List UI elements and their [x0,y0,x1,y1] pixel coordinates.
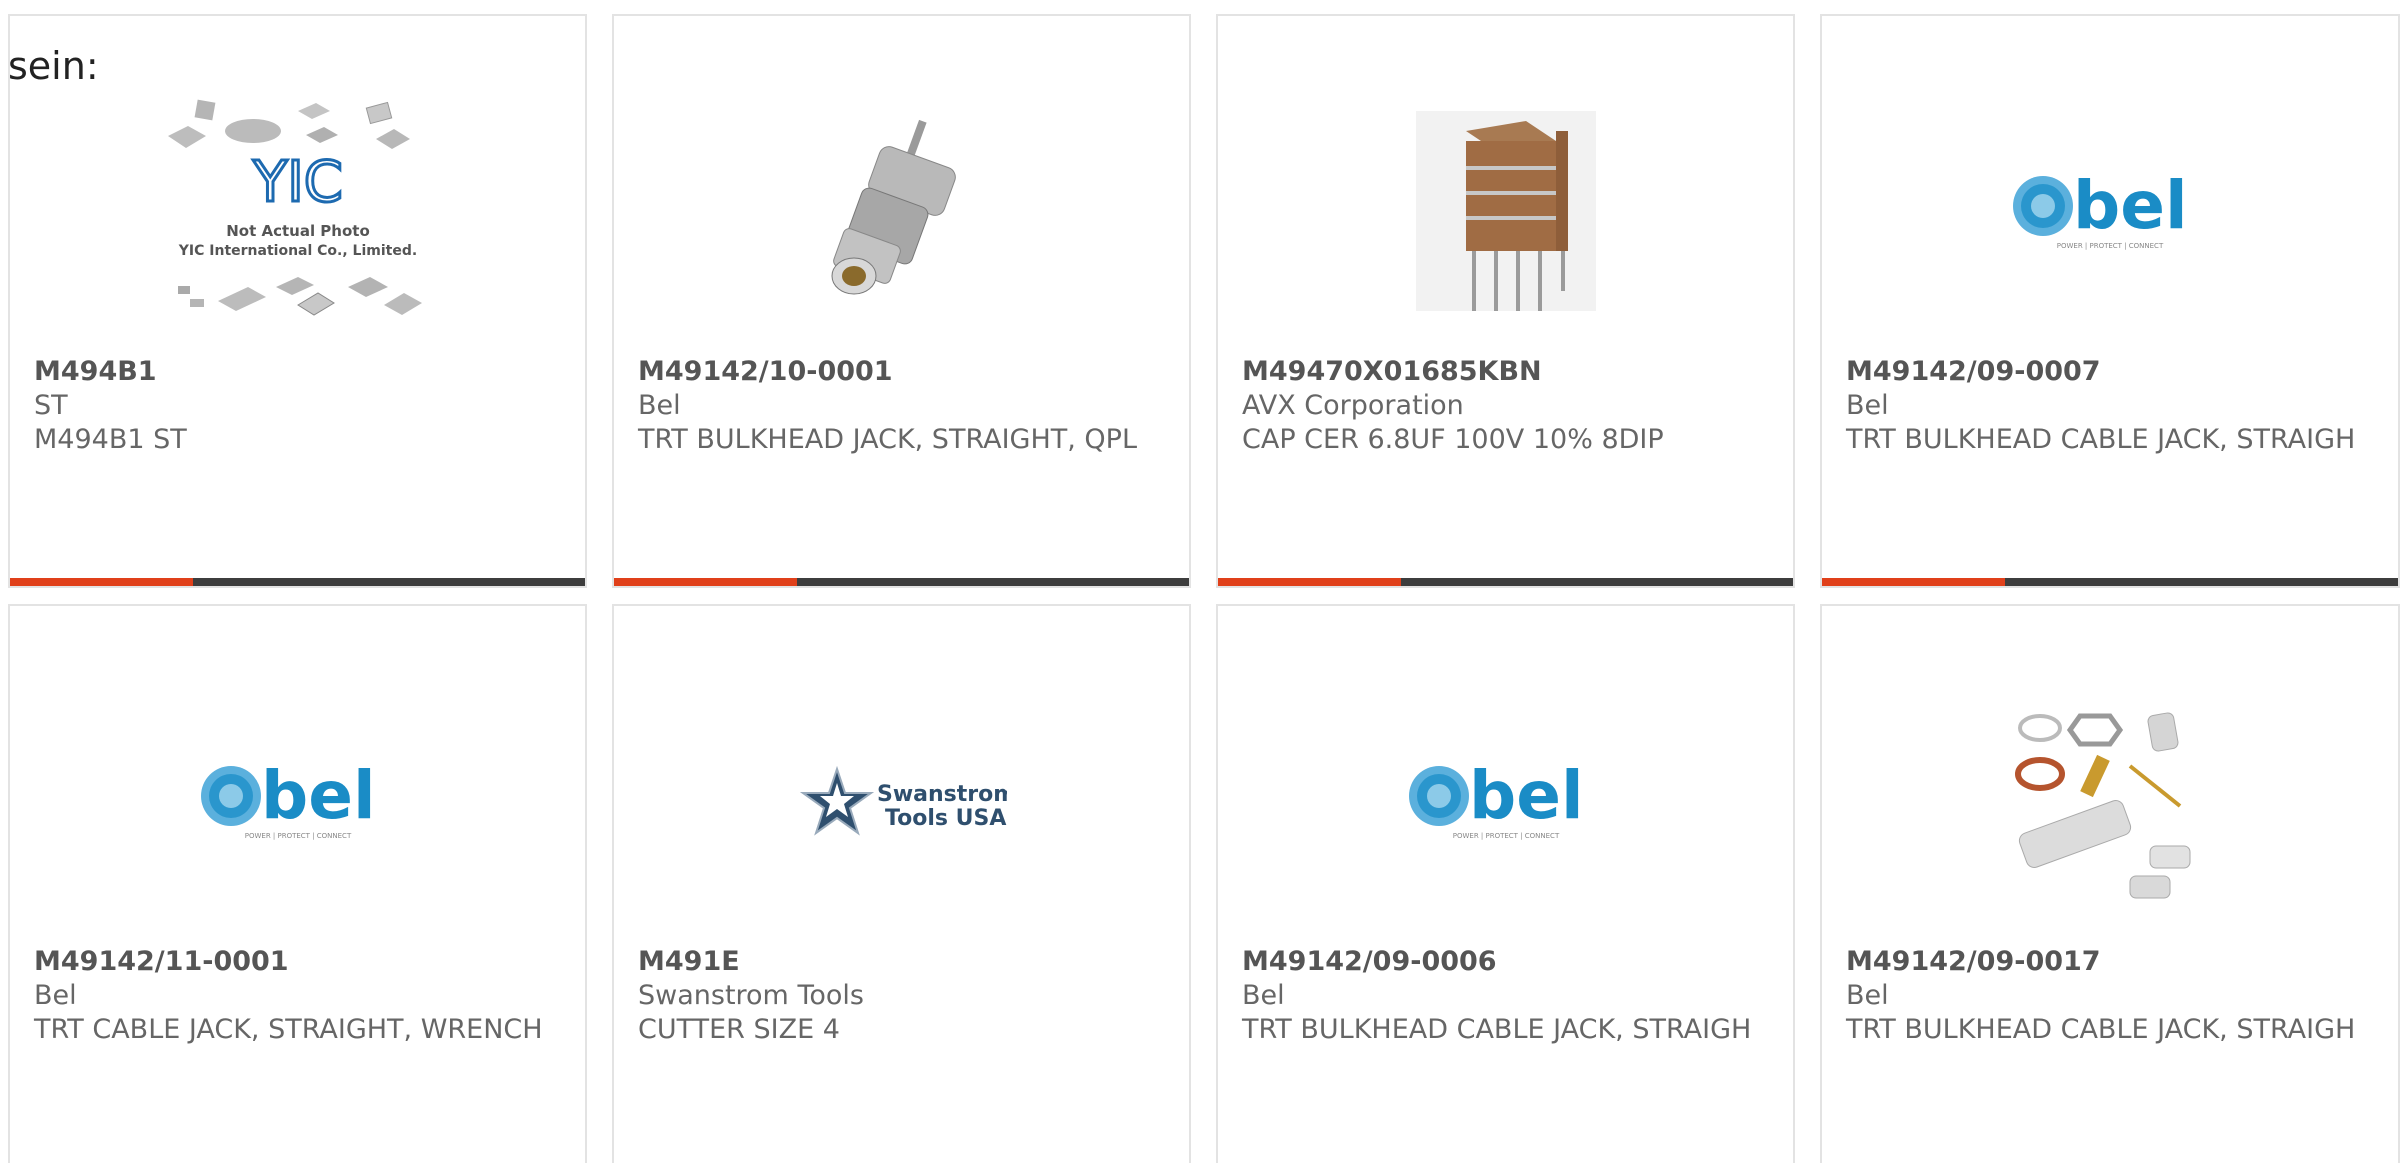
svg-text:bel: bel [2073,167,2188,244]
svg-text:bel: bel [261,757,376,834]
product-info: M49142/10-0001 Bel TRT BULKHEAD JACK, ST… [638,355,1158,457]
manufacturer: Bel [1846,980,1889,1011]
description: M494B1 ST [34,424,187,455]
description: CAP CER 6.8UF 100V 10% 8DIP [1242,424,1664,455]
part-number[interactable]: M494B1 [34,355,554,389]
part-number[interactable]: M49142/09-0017 [1846,945,2366,979]
product-info: M491E Swanstrom Tools CUTTER SIZE 4 [638,945,1158,1047]
not-actual-photo-icon[interactable]: YIC Not Actual Photo YIC International C… [10,76,585,356]
manufacturer: Swanstrom Tools [638,980,864,1011]
card-bar [1218,578,1793,586]
product-card[interactable]: bel POWER | PROTECT | CONNECT M49142/09-… [1216,604,1795,1163]
capacitor-photo[interactable] [1218,76,1793,356]
product-info: M49142/09-0006 Bel TRT BULKHEAD CABLE JA… [1242,945,1762,1047]
product-card[interactable]: Swanstrom Tools USA M491E Swanstrom Tool… [612,604,1191,1163]
swanstrom-logo[interactable]: Swanstrom Tools USA [614,666,1189,946]
manufacturer: Bel [34,980,77,1011]
product-card[interactable]: YIC Not Actual Photo YIC International C… [8,14,587,588]
product-info: M494B1 ST M494B1 ST [34,355,554,457]
product-card[interactable]: M49470X01685KBN AVX Corporation CAP CER … [1216,14,1795,588]
svg-text:YIC International Co., Limited: YIC International Co., Limited. [177,243,416,259]
product-info: M49142/11-0001 Bel TRT CABLE JACK, STRAI… [34,945,554,1047]
connector-photo[interactable] [614,76,1189,356]
manufacturer: Bel [1846,390,1889,421]
card-bar [1822,578,2398,586]
product-card[interactable]: M49142/09-0017 Bel TRT BULKHEAD CABLE JA… [1820,604,2400,1163]
svg-text:bel: bel [1469,757,1584,834]
connector-kit-photo[interactable] [1822,666,2398,946]
bel-logo[interactable]: bel POWER | PROTECT | CONNECT [10,666,585,946]
card-bar-accent [1822,578,2005,586]
card-bar-accent [614,578,797,586]
product-info: M49142/09-0007 Bel TRT BULKHEAD CABLE JA… [1846,355,2366,457]
product-card[interactable]: bel POWER | PROTECT | CONNECT M49142/11-… [8,604,587,1163]
card-bar-accent [1218,578,1401,586]
svg-text:POWER | PROTECT | CONNECT: POWER | PROTECT | CONNECT [1452,832,1559,840]
card-bar [10,578,585,586]
product-info: M49470X01685KBN AVX Corporation CAP CER … [1242,355,1762,457]
product-grid-page: sein: YIC Not Actual Photo YIC Internati… [0,0,2400,1163]
svg-text:POWER | PROTECT | CONNECT: POWER | PROTECT | CONNECT [2057,242,2164,250]
svg-text:Swanstrom: Swanstrom [877,782,1007,807]
svg-text:YIC: YIC [252,150,343,215]
part-number[interactable]: M49142/09-0006 [1242,945,1762,979]
header-text: sein: [8,44,99,88]
manufacturer: ST [34,390,68,421]
product-card[interactable]: bel POWER | PROTECT | CONNECT M49142/09-… [1820,14,2400,588]
product-card[interactable]: M49142/10-0001 Bel TRT BULKHEAD JACK, ST… [612,14,1191,588]
manufacturer: AVX Corporation [1242,390,1464,421]
part-number[interactable]: M49470X01685KBN [1242,355,1762,389]
card-bar [614,578,1189,586]
bel-logo[interactable]: bel POWER | PROTECT | CONNECT [1218,666,1793,946]
svg-text:Tools USA: Tools USA [885,806,1006,831]
bel-logo[interactable]: bel POWER | PROTECT | CONNECT [1822,76,2398,356]
part-number[interactable]: M491E [638,945,1158,979]
description: TRT BULKHEAD CABLE JACK, STRAIGH [1846,1014,2356,1045]
description: CUTTER SIZE 4 [638,1014,840,1045]
description: TRT BULKHEAD CABLE JACK, STRAIGH [1846,424,2356,455]
part-number[interactable]: M49142/09-0007 [1846,355,2366,389]
description: TRT BULKHEAD JACK, STRAIGHT, QPL [638,424,1137,455]
manufacturer: Bel [638,390,681,421]
description: TRT BULKHEAD CABLE JACK, STRAIGH [1242,1014,1752,1045]
manufacturer: Bel [1242,980,1285,1011]
svg-text:POWER | PROTECT | CONNECT: POWER | PROTECT | CONNECT [244,832,351,840]
card-bar-accent [10,578,193,586]
product-info: M49142/09-0017 Bel TRT BULKHEAD CABLE JA… [1846,945,2366,1047]
svg-text:Not Actual Photo: Not Actual Photo [226,222,370,240]
part-number[interactable]: M49142/11-0001 [34,945,554,979]
part-number[interactable]: M49142/10-0001 [638,355,1158,389]
description: TRT CABLE JACK, STRAIGHT, WRENCH [34,1014,543,1045]
